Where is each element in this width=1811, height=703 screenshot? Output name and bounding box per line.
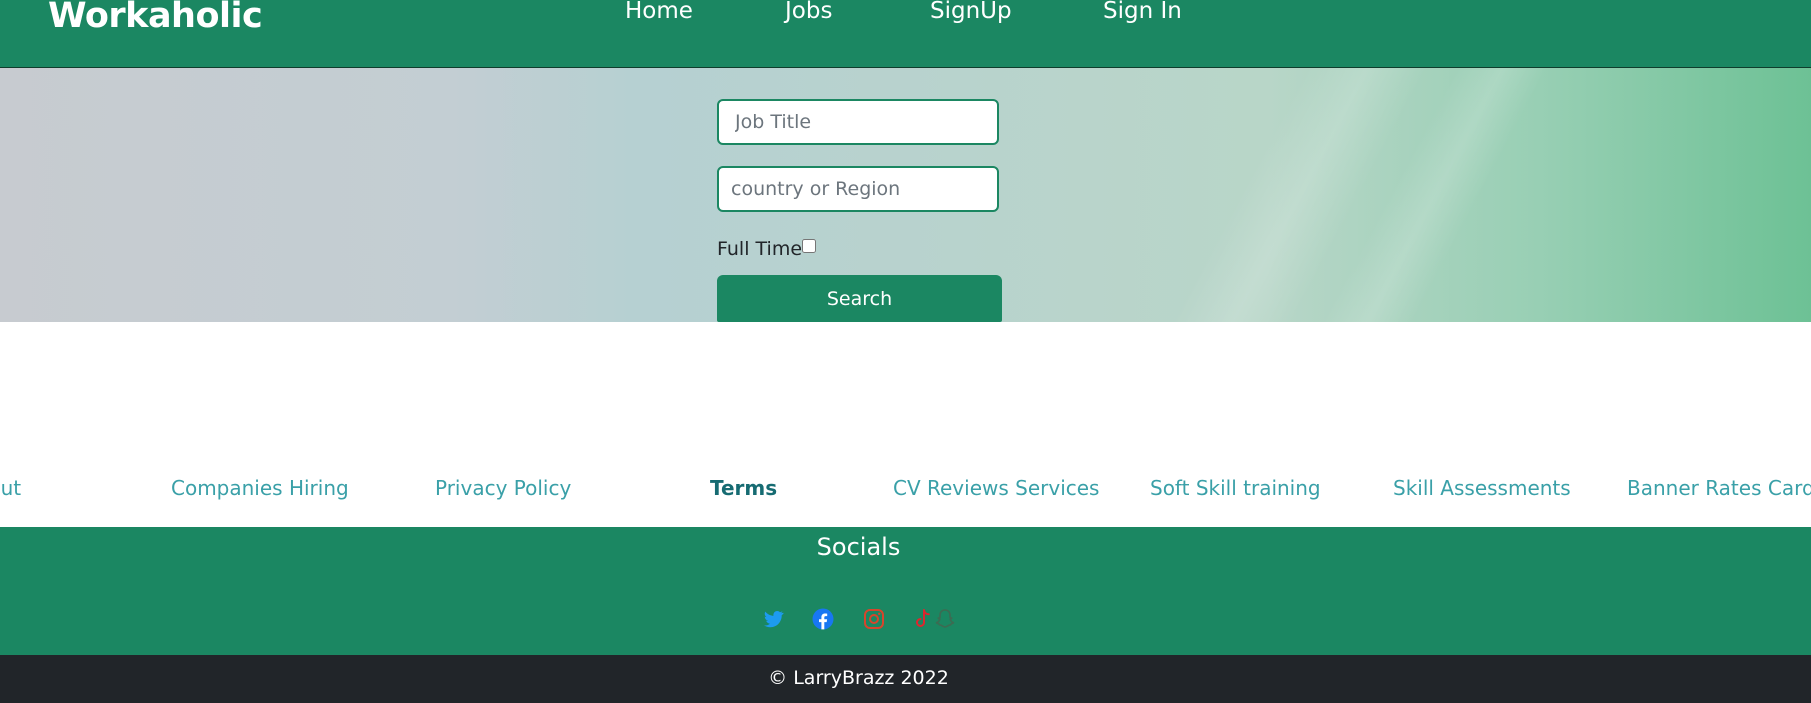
socials-section: Socials (0, 527, 1811, 655)
footer-link-banner-rates[interactable]: Banner Rates Cards (1627, 475, 1811, 501)
footer-links: About Companies Hiring Privacy Policy Te… (0, 475, 1811, 503)
full-time-checkbox[interactable] (802, 239, 817, 253)
nav-jobs[interactable]: Jobs (785, 0, 832, 24)
copyright-bar: © LarryBrazz 2022 (0, 655, 1811, 703)
footer-link-soft-skill-training[interactable]: Soft Skill training (1150, 475, 1321, 501)
location-input[interactable] (717, 166, 999, 212)
footer-link-terms[interactable]: Terms (710, 475, 777, 501)
socials-title: Socials (816, 533, 901, 561)
footer-link-cv-reviews[interactable]: CV Reviews Services (893, 475, 1099, 501)
footer-link-companies-hiring[interactable]: Companies Hiring (171, 475, 349, 501)
facebook-icon[interactable] (811, 607, 835, 631)
nav-signin[interactable]: Sign In (1103, 0, 1182, 24)
footer-link-privacy-policy[interactable]: Privacy Policy (435, 475, 571, 501)
snapchat-icon[interactable] (933, 607, 957, 631)
nav-signup[interactable]: SignUp (930, 0, 1012, 24)
navbar: Workaholic Home Jobs SignUp Sign In (0, 0, 1811, 68)
footer-link-about[interactable]: About (0, 475, 21, 501)
copyright-text: © LarryBrazz 2022 (768, 667, 949, 689)
twitter-icon[interactable] (761, 607, 785, 631)
instagram-icon[interactable] (862, 607, 886, 631)
footer-link-skill-assessments[interactable]: Skill Assessments (1393, 475, 1571, 501)
tiktok-icon[interactable] (911, 607, 935, 631)
full-time-filter: Full Time (717, 238, 817, 260)
job-title-input[interactable] (717, 99, 999, 145)
search-button[interactable]: Search (717, 275, 1002, 322)
full-time-label: Full Time (717, 238, 803, 260)
nav-home[interactable]: Home (625, 0, 693, 24)
brand-logo[interactable]: Workaholic (48, 0, 263, 36)
